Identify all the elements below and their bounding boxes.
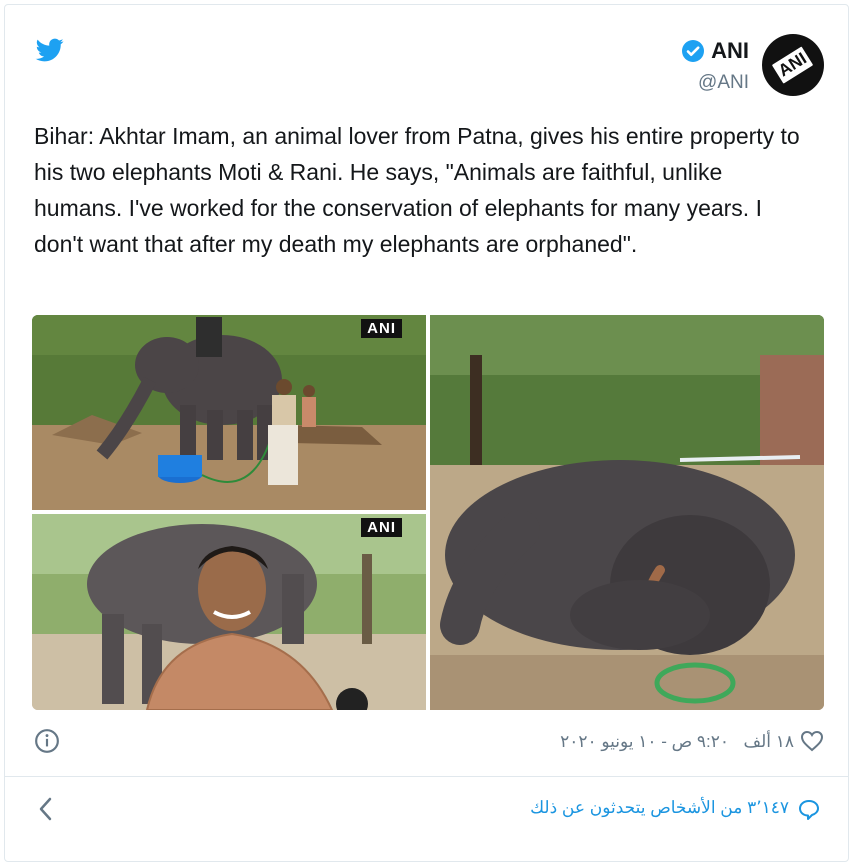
tweet-image-man-smiling[interactable]: ANI — [32, 514, 426, 710]
info-icon[interactable] — [34, 728, 60, 754]
elephant-standing-illustration — [32, 315, 426, 510]
avatar-logo: ANI — [769, 43, 817, 87]
like-count: ١٨ ألف — [743, 732, 795, 751]
reply-bubble-icon[interactable] — [797, 798, 821, 822]
tweet-image-elephant-lying[interactable] — [430, 315, 824, 710]
tweet-text: Bihar: Akhtar Imam, an animal lover from… — [34, 123, 800, 257]
tweet-image-elephant-bath[interactable]: ANI — [32, 315, 426, 510]
display-name: ANI — [711, 38, 749, 63]
divider — [4, 776, 849, 777]
conversation-link[interactable]: ٣٬١٤٧ من الأشخاص يتحدثون عن ذلك — [530, 798, 789, 818]
tweet-meta-row: ٩:٢٠ ص - ١٠ يونيو ٢٠٢٠ ١٨ ألف — [34, 728, 824, 758]
chevron-left-icon[interactable] — [36, 796, 56, 822]
man-with-elephant-illustration — [32, 514, 426, 710]
author-name-row[interactable]: ANI — [681, 38, 749, 64]
account-handle[interactable]: @ANI — [698, 72, 749, 94]
ani-watermark: ANI — [361, 518, 402, 537]
media-grid: ANI ANI — [32, 315, 824, 710]
elephant-lying-illustration — [430, 315, 824, 710]
avatar[interactable]: ANI — [762, 34, 824, 96]
twitter-bird-icon[interactable] — [34, 36, 66, 64]
verified-badge-icon — [682, 40, 705, 62]
ani-watermark: ANI — [361, 319, 402, 338]
heart-icon[interactable] — [800, 730, 824, 752]
tweet-timestamp[interactable]: ٩:٢٠ ص - ١٠ يونيو ٢٠٢٠ — [560, 732, 729, 752]
